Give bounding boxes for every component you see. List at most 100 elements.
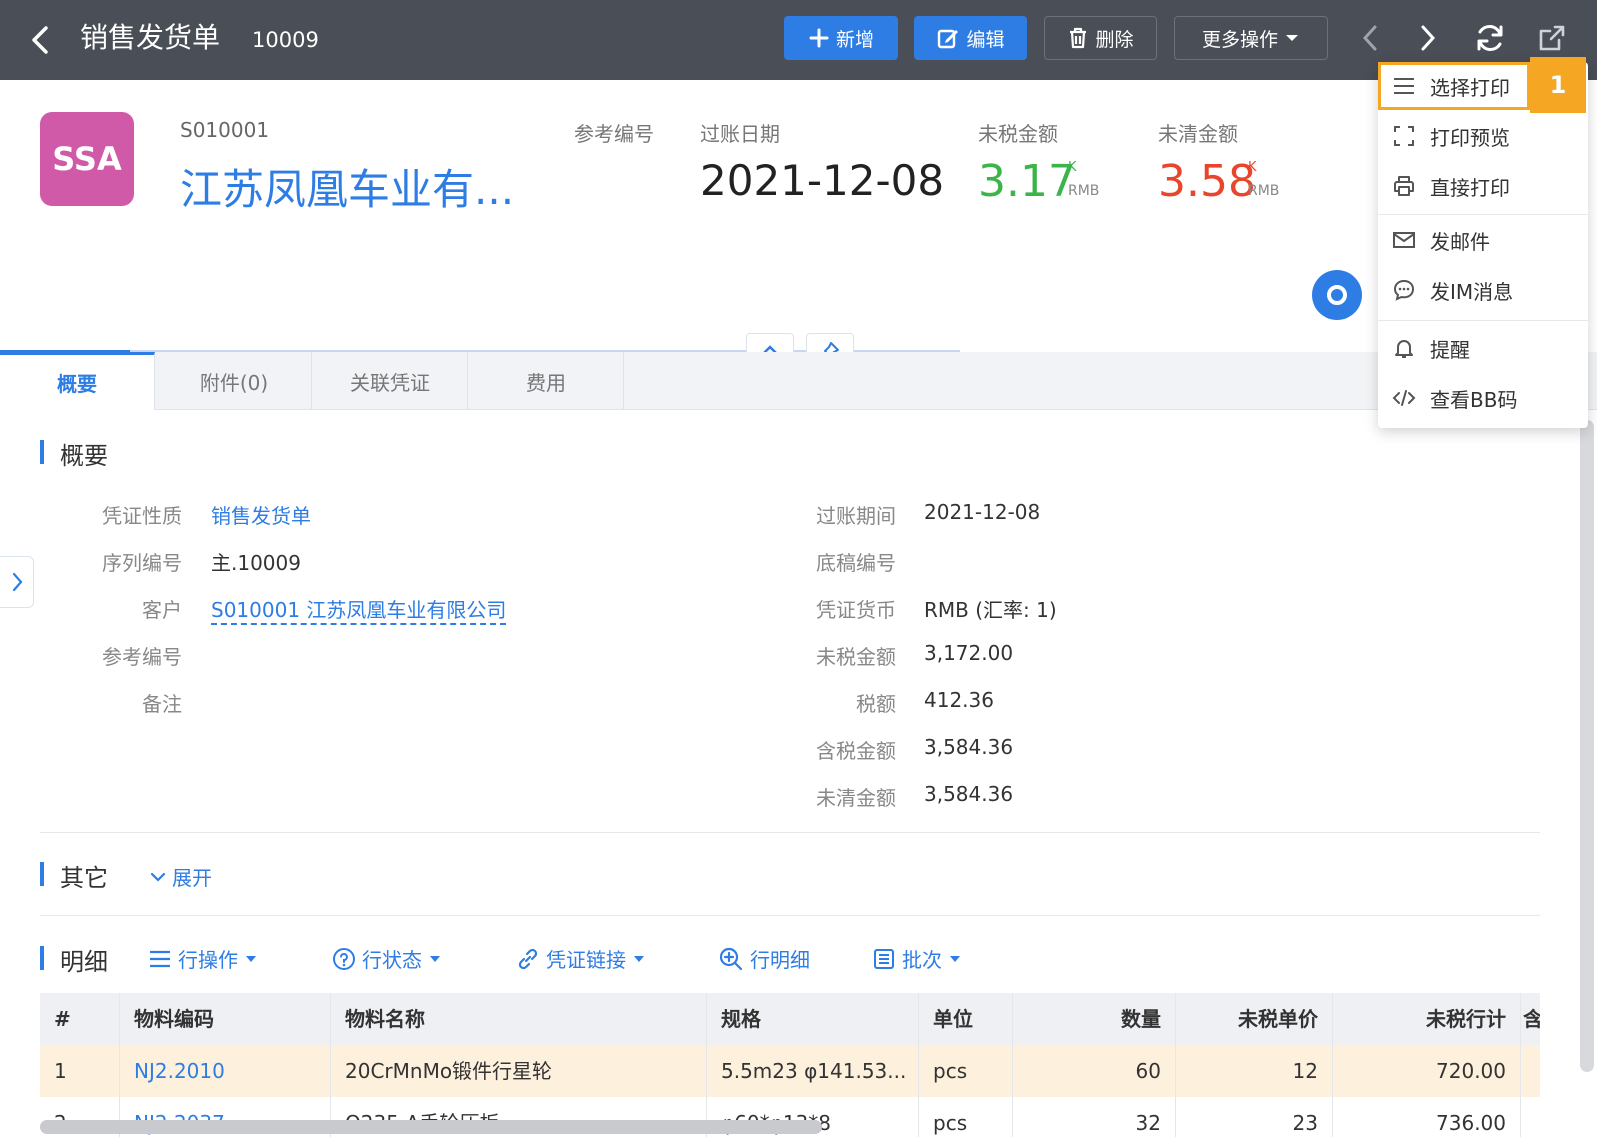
field-value-outstanding-amount: 3,584.36 xyxy=(924,782,1014,806)
posting-date-value: 2021-12-08 xyxy=(700,156,945,205)
code-icon xyxy=(1392,390,1416,406)
caret-down-icon xyxy=(1286,35,1298,41)
chevron-left-icon xyxy=(32,26,48,54)
untaxed-amount-unit: K xyxy=(1068,160,1077,175)
field-value-untaxed-amount: 3,172.00 xyxy=(924,641,1014,665)
batch-button[interactable]: 批次 xyxy=(872,944,962,973)
column-header[interactable]: 含 xyxy=(1521,993,1540,1045)
column-header[interactable]: 未税单价 xyxy=(1176,993,1333,1045)
cell-truncated xyxy=(1521,1097,1549,1137)
delete-button-label: 删除 xyxy=(1095,28,1134,51)
expand-label: 展开 xyxy=(172,866,212,890)
menu-item-send-im[interactable]: 发IM消息 xyxy=(1378,266,1588,314)
more-actions-button[interactable]: 更多操作 xyxy=(1174,16,1328,60)
chat-bubble-icon xyxy=(1393,279,1415,301)
column-header[interactable]: 单位 xyxy=(919,993,1013,1045)
menu-item-label: 发邮件 xyxy=(1430,229,1490,254)
caret-down-icon xyxy=(430,955,440,962)
page-title: 销售发货单 xyxy=(80,21,221,54)
chevron-down-icon xyxy=(150,872,166,882)
field-label-voucher-type: 凭证性质 xyxy=(102,504,182,528)
untaxed-amount-currency: RMB xyxy=(1068,183,1100,199)
menu-item-reminder[interactable]: 提醒 xyxy=(1378,324,1588,372)
tool-label: 行操作 xyxy=(178,948,238,972)
menu-item-label: 打印预览 xyxy=(1430,125,1510,150)
cell-truncated xyxy=(1521,1045,1549,1097)
untaxed-amount-value: 3.17 xyxy=(978,156,1076,207)
cell-item-name: 20CrMnMo锻件行星轮 xyxy=(331,1045,707,1097)
side-expand-button[interactable] xyxy=(0,556,34,608)
horizontal-scrollbar[interactable] xyxy=(40,1120,822,1134)
cell-item-code[interactable]: NJ2.2010 xyxy=(120,1045,331,1097)
batch-list-icon xyxy=(874,948,894,969)
tab-related-vouchers[interactable]: 关联凭证 xyxy=(313,352,468,410)
tool-label: 凭证链接 xyxy=(546,948,626,972)
menu-item-print-preview[interactable]: 打印预览 xyxy=(1378,112,1588,160)
cell-unit-price: 12 xyxy=(1176,1045,1333,1097)
field-value-customer[interactable]: S010001 江苏凤凰车业有限公司 xyxy=(211,594,507,625)
step-badge: 1 xyxy=(1530,57,1586,113)
outstanding-amount-value: 3.58 xyxy=(1158,156,1256,207)
column-header[interactable]: 物料名称 xyxy=(331,993,707,1045)
refresh-button[interactable] xyxy=(1470,18,1510,58)
row-detail-button[interactable]: 行明细 xyxy=(718,944,810,973)
section-divider xyxy=(40,915,1540,916)
voucher-link-button[interactable]: 凭证链接 xyxy=(516,944,646,973)
field-label-tax-amount: 税额 xyxy=(856,692,896,716)
column-header[interactable]: 未税行计 xyxy=(1333,993,1521,1045)
column-header[interactable]: 规格 xyxy=(707,993,919,1045)
menu-item-view-bb-code[interactable]: 查看BB码 xyxy=(1378,374,1588,422)
plus-icon xyxy=(809,28,829,48)
ref-number-label: 参考编号 xyxy=(574,122,654,146)
column-header[interactable]: 物料编码 xyxy=(120,993,331,1045)
new-button-label: 新增 xyxy=(835,28,874,51)
edit-button[interactable]: 编辑 xyxy=(914,16,1027,60)
field-label-draft-number: 底稿编号 xyxy=(816,551,896,575)
outstanding-amount-label: 未清金额 xyxy=(1158,122,1238,146)
expand-other-button[interactable]: 展开 xyxy=(150,862,212,891)
menu-separator xyxy=(1378,320,1588,321)
back-button[interactable] xyxy=(24,20,60,60)
field-label-remark: 备注 xyxy=(142,692,182,716)
tool-label: 行明细 xyxy=(750,948,810,972)
field-value-voucher-type[interactable]: 销售发货单 xyxy=(211,500,311,529)
customer-name[interactable]: 江苏凤凰车业有... xyxy=(180,156,514,217)
edit-icon xyxy=(938,29,959,49)
field-label-taxed-amount: 含税金额 xyxy=(816,739,896,763)
column-header[interactable]: 数量 xyxy=(1013,993,1176,1045)
row-operations-button[interactable]: 行操作 xyxy=(148,944,258,973)
next-record-button[interactable] xyxy=(1408,18,1448,58)
vertical-scrollbar[interactable] xyxy=(1580,420,1594,1072)
tab-expenses[interactable]: 费用 xyxy=(469,352,624,410)
menu-item-label: 直接打印 xyxy=(1430,175,1510,200)
delete-button[interactable]: 删除 xyxy=(1044,16,1157,60)
caret-down-icon xyxy=(634,955,644,962)
doc-number: 10009 xyxy=(252,28,319,52)
bell-icon xyxy=(1395,340,1413,358)
column-header[interactable]: # xyxy=(40,993,120,1045)
menu-item-send-email[interactable]: 发邮件 xyxy=(1378,216,1588,264)
outstanding-amount-currency: RMB xyxy=(1248,183,1280,199)
list-icon xyxy=(150,950,170,967)
field-value-tax-amount: 412.36 xyxy=(924,688,994,712)
row-status-button[interactable]: 行状态 xyxy=(332,944,442,973)
field-label-serial-number: 序列编号 xyxy=(102,551,182,575)
menu-item-label: 选择打印 xyxy=(1430,75,1510,100)
customer-code: S010001 xyxy=(180,118,270,142)
tool-label: 批次 xyxy=(902,948,942,972)
open-external-button[interactable] xyxy=(1532,18,1572,58)
tab-attachments[interactable]: 附件(0) xyxy=(157,352,312,410)
prev-record-button[interactable] xyxy=(1350,18,1390,58)
menu-item-direct-print[interactable]: 直接打印 xyxy=(1378,162,1588,210)
external-link-icon xyxy=(1539,25,1565,51)
link-icon xyxy=(518,948,538,969)
status-toggle-button[interactable] xyxy=(1312,270,1362,320)
menu-item-select-print[interactable]: 选择打印 xyxy=(1378,62,1530,110)
tab-summary[interactable]: 概要 xyxy=(0,352,155,410)
printer-icon xyxy=(1394,176,1414,196)
table-row[interactable]: 1 NJ2.2010 20CrMnMo锻件行星轮 5.5m23 φ141.53.… xyxy=(40,1045,1540,1097)
table-header-row: # 物料编码 物料名称 规格 单位 数量 未税单价 未税行计 含 xyxy=(40,993,1540,1045)
refresh-icon xyxy=(1477,25,1503,51)
edit-button-label: 编辑 xyxy=(966,28,1005,51)
new-button[interactable]: 新增 xyxy=(784,16,898,60)
